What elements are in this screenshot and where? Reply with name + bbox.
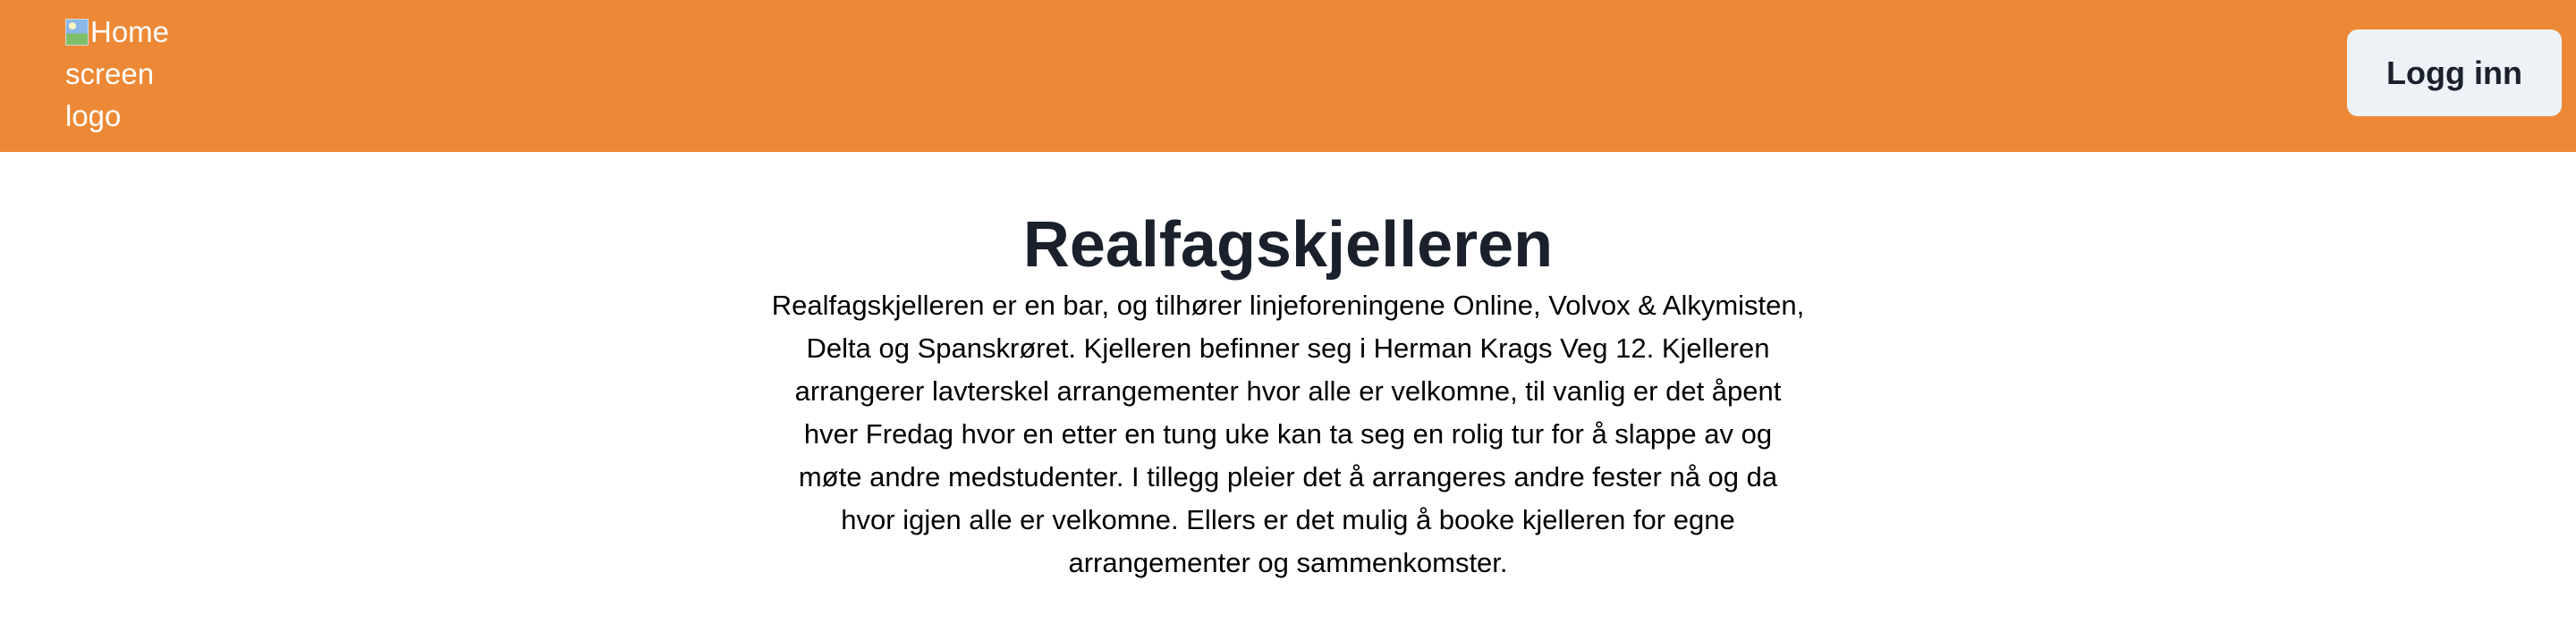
broken-image-icon bbox=[65, 19, 89, 46]
page-title: Realfagskjelleren bbox=[1022, 209, 1554, 281]
home-logo-link[interactable]: Home screen logo bbox=[65, 11, 191, 141]
page-description: Realfagskjelleren er en bar, og tilhører… bbox=[771, 290, 1805, 578]
login-button[interactable]: Logg inn bbox=[2347, 29, 2562, 116]
top-header: Home screen logo Logg inn bbox=[0, 0, 2576, 152]
